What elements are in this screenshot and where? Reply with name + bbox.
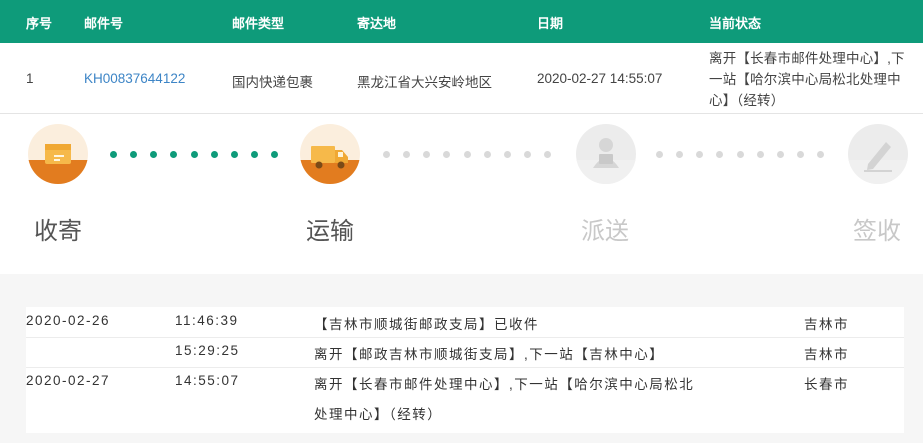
tracking-detail-panel: 2020-02-26 11:46:39 【吉林市顺城街邮政支局】已收件 吉林市 …: [0, 274, 923, 443]
progress-tracker: 收寄 运输 派送 签收: [0, 114, 923, 274]
log-desc-cont: 处理中心】（经转）: [314, 407, 443, 422]
log-date: 2020-02-26: [26, 313, 111, 328]
row-status: 离开【长春市邮件处理中心】,下一站【哈尔滨中心局松北处理中心】（经转）: [709, 51, 905, 108]
step-label-transport: 运输: [306, 218, 354, 245]
row-date: 2020-02-27 14:55:07: [537, 71, 663, 86]
mail-number-link[interactable]: KH00837644122: [84, 71, 185, 86]
log-date: 2020-02-27: [26, 373, 111, 388]
row-destination: 黑龙江省大兴安岭地区: [357, 75, 492, 90]
log-desc: 离开【长春市邮件处理中心】,下一站【哈尔滨中心局松北: [314, 377, 695, 392]
log-city: 吉林市: [804, 347, 849, 362]
table-row: 1 KH00837644122 国内快递包裹 黑龙江省大兴安岭地区 2020-0…: [0, 43, 923, 113]
log-city: 长春市: [804, 377, 849, 392]
package-icon: [28, 124, 88, 184]
col-header-status: 当前状态: [709, 16, 762, 31]
table-header: 序号 邮件号 邮件类型 寄达地 日期 当前状态: [0, 0, 923, 43]
progress-dots-3: [656, 151, 824, 159]
row-mail-type: 国内快递包裹: [232, 75, 313, 90]
log-desc: 【吉林市顺城街邮政支局】已收件: [314, 317, 539, 332]
col-header-mail-no: 邮件号: [84, 16, 124, 31]
log-divider: [26, 337, 904, 338]
col-header-index: 序号: [26, 16, 53, 31]
tracking-log: 2020-02-26 11:46:39 【吉林市顺城街邮政支局】已收件 吉林市 …: [26, 307, 904, 433]
col-header-date: 日期: [537, 16, 564, 31]
truck-icon: [300, 124, 360, 184]
log-time: 11:46:39: [175, 313, 239, 328]
sign-icon: [848, 124, 908, 184]
log-desc: 离开【邮政吉林市顺城街支局】,下一站【吉林中心】: [314, 347, 665, 362]
progress-dots-1: [110, 151, 278, 159]
step-label-signed: 签收: [853, 218, 901, 245]
log-divider: [26, 367, 904, 368]
log-time: 15:29:25: [175, 343, 240, 358]
col-header-destination: 寄达地: [357, 16, 397, 31]
step-label-deliver: 派送: [581, 218, 629, 245]
step-label-collect: 收寄: [34, 218, 82, 245]
col-header-mail-type: 邮件类型: [232, 16, 285, 31]
courier-icon: [576, 124, 636, 184]
log-city: 吉林市: [804, 317, 849, 332]
row-index: 1: [26, 71, 34, 86]
progress-dots-2: [383, 151, 551, 159]
log-time: 14:55:07: [175, 373, 240, 388]
